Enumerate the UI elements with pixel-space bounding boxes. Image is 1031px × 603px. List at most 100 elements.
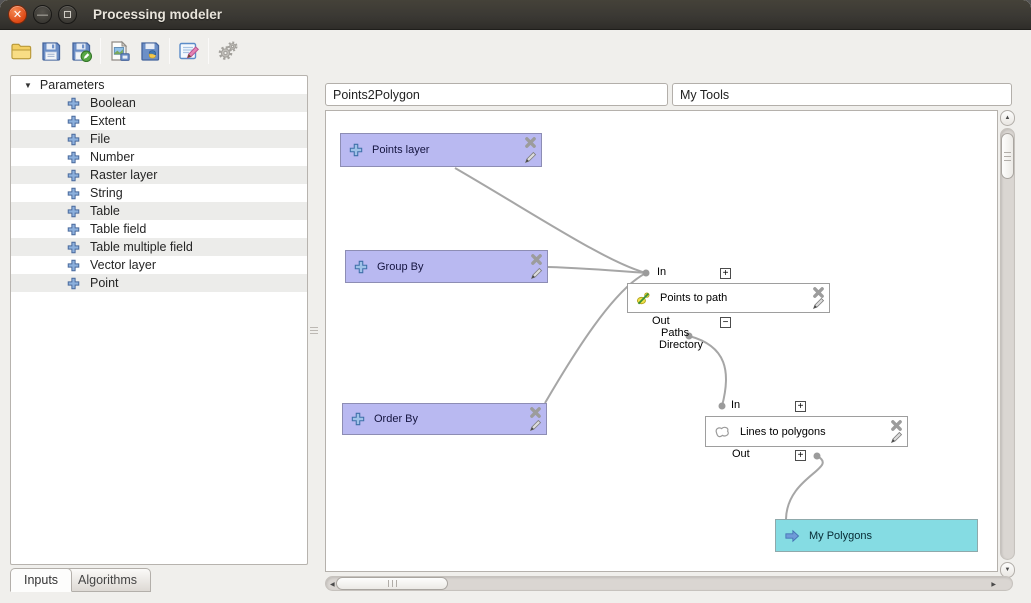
alg1-out-expander[interactable]: −: [720, 317, 731, 328]
vertical-scroll-track[interactable]: [1000, 128, 1015, 560]
tree-item-extent[interactable]: Extent: [11, 112, 307, 130]
add-parameter-icon: [67, 223, 80, 236]
tree-item-string[interactable]: String: [11, 184, 307, 202]
processing-modeler-window: ✕ — Processing modeler: [0, 0, 1031, 603]
port-dot: [643, 270, 650, 277]
model-canvas[interactable]: Points layer Group By Order By In + Poin…: [325, 110, 998, 572]
points-to-path-icon: [636, 291, 651, 306]
collapse-triangle-icon[interactable]: ▼: [24, 81, 32, 90]
edit-node-icon[interactable]: [812, 297, 825, 310]
folder-open-icon: [9, 39, 33, 63]
save-icon: [39, 39, 63, 63]
tree-item-label: Vector layer: [90, 258, 156, 272]
add-parameter-icon: [67, 277, 80, 290]
scroll-right-button[interactable]: ▶: [991, 581, 996, 588]
edit-model-help-button[interactable]: [174, 36, 204, 66]
toolbar: [6, 33, 243, 69]
wire-linestopolygons-to-mypolygons: [786, 456, 823, 519]
vertical-scroll-thumb[interactable]: [1001, 133, 1014, 179]
plus-icon: [351, 412, 365, 426]
tree-item-label: Table: [90, 204, 120, 218]
save-as-icon: [69, 39, 93, 63]
add-parameter-icon: [67, 259, 80, 272]
tree-item-label: Raster layer: [90, 168, 157, 182]
tab-inputs-label: Inputs: [24, 573, 58, 587]
add-parameter-icon: [67, 241, 80, 254]
algorithm-node-points-to-path[interactable]: Points to path: [627, 283, 830, 313]
tree-item-table-multiple-field[interactable]: Table multiple field: [11, 238, 307, 256]
input-node-points-layer[interactable]: Points layer: [340, 133, 542, 167]
add-parameter-icon: [67, 187, 80, 200]
alg1-out-label: Out: [652, 315, 670, 327]
edit-node-icon[interactable]: [529, 419, 542, 432]
save-model-as-button[interactable]: [66, 36, 96, 66]
canvas-horizontal-scrollbar[interactable]: ◀ ▶: [325, 576, 1013, 591]
toolbar-separator: [208, 38, 209, 64]
node-label: Points to path: [660, 292, 727, 304]
alg2-in-expander[interactable]: +: [795, 401, 806, 412]
tree-item-number[interactable]: Number: [11, 148, 307, 166]
tree-item-boolean[interactable]: Boolean: [11, 94, 307, 112]
alg2-out-label: Out: [732, 448, 750, 460]
horizontal-scroll-thumb[interactable]: [336, 577, 448, 590]
maximize-button[interactable]: [58, 5, 77, 24]
model-name-input[interactable]: [325, 83, 668, 106]
input-node-order-by[interactable]: Order By: [342, 403, 547, 435]
delete-node-icon[interactable]: [524, 136, 537, 149]
add-parameter-icon: [67, 205, 80, 218]
tree-root-parameters[interactable]: ▼ Parameters: [11, 76, 307, 94]
run-gears-icon: [216, 39, 240, 63]
open-model-button[interactable]: [6, 36, 36, 66]
close-button[interactable]: ✕: [8, 5, 27, 24]
scroll-left-button[interactable]: ◀: [330, 581, 335, 588]
tree-item-raster-layer[interactable]: Raster layer: [11, 166, 307, 184]
edit-node-icon[interactable]: [530, 267, 543, 280]
tab-algorithms-label: Algorithms: [78, 573, 137, 587]
tree-root-label: Parameters: [40, 78, 105, 92]
lines-to-polygons-icon: [714, 425, 731, 439]
save-model-button[interactable]: [36, 36, 66, 66]
maximize-icon: [64, 11, 71, 18]
add-parameter-icon: [67, 97, 80, 110]
inputs-tree-panel: ▼ Parameters Boolean Extent File Number …: [10, 75, 308, 565]
scroll-up-button[interactable]: ▲: [1000, 110, 1015, 126]
alg2-out-expander[interactable]: +: [795, 450, 806, 461]
tree-item-file[interactable]: File: [11, 130, 307, 148]
add-parameter-icon: [67, 169, 80, 182]
export-as-image-button[interactable]: [105, 36, 135, 66]
tree-item-label: Extent: [90, 114, 125, 128]
plus-icon: [349, 143, 363, 157]
canvas-vertical-scrollbar[interactable]: ▲ ▼: [1000, 110, 1015, 578]
delete-node-icon[interactable]: [530, 253, 543, 266]
alg1-in-expander[interactable]: +: [720, 268, 731, 279]
tree-item-vector-layer[interactable]: Vector layer: [11, 256, 307, 274]
splitter-handle[interactable]: [310, 325, 318, 336]
node-label: Lines to polygons: [740, 426, 826, 438]
tree-item-table[interactable]: Table: [11, 202, 307, 220]
alg2-in-label: In: [731, 399, 740, 411]
delete-node-icon[interactable]: [529, 406, 542, 419]
tab-inputs[interactable]: Inputs: [10, 568, 72, 592]
tree-item-table-field[interactable]: Table field: [11, 220, 307, 238]
tab-algorithms[interactable]: Algorithms: [64, 568, 151, 592]
export-as-python-button[interactable]: [135, 36, 165, 66]
tree-item-point[interactable]: Point: [11, 274, 307, 292]
node-label: Points layer: [372, 144, 429, 156]
run-model-button[interactable]: [213, 36, 243, 66]
window-title: Processing modeler: [93, 7, 222, 22]
tree-item-label: String: [90, 186, 123, 200]
node-label: Order By: [374, 413, 418, 425]
node-label: My Polygons: [809, 530, 872, 542]
input-node-group-by[interactable]: Group By: [345, 250, 548, 283]
plus-icon: [354, 260, 368, 274]
port-dot: [719, 403, 726, 410]
output-node-my-polygons[interactable]: My Polygons: [775, 519, 978, 552]
model-group-input[interactable]: [672, 83, 1012, 106]
tree-item-label: Point: [90, 276, 119, 290]
edit-node-icon[interactable]: [890, 431, 903, 444]
minimize-button[interactable]: —: [33, 5, 52, 24]
edit-node-icon[interactable]: [524, 151, 537, 164]
edit-help-icon: [177, 39, 201, 63]
port-dot: [814, 453, 821, 460]
algorithm-node-lines-to-polygons[interactable]: Lines to polygons: [705, 416, 908, 447]
